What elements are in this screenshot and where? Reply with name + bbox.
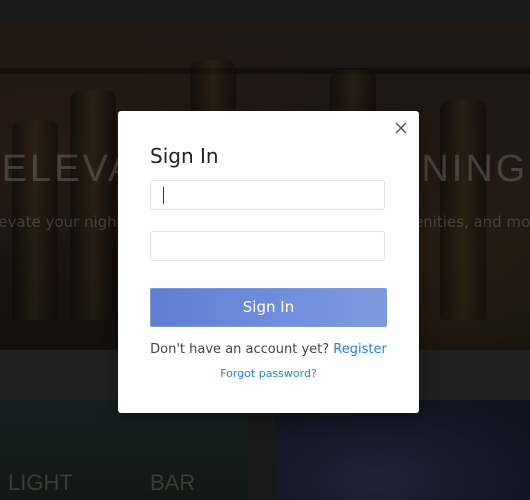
text-caret	[163, 187, 164, 204]
close-icon[interactable]	[393, 120, 409, 136]
modal-title: Sign In	[150, 144, 219, 168]
register-prompt-line: Don't have an account yet? Register	[118, 342, 419, 357]
register-link[interactable]: Register	[333, 342, 387, 357]
sign-in-button[interactable]: Sign In	[150, 288, 387, 327]
forgot-password-link[interactable]: Forgot password?	[118, 367, 419, 380]
password-input[interactable]	[150, 231, 385, 261]
register-prompt-text: Don't have an account yet?	[150, 342, 330, 357]
username-input[interactable]	[150, 180, 385, 210]
sign-in-modal: Sign In Sign In Don't have an account ye…	[118, 111, 419, 413]
